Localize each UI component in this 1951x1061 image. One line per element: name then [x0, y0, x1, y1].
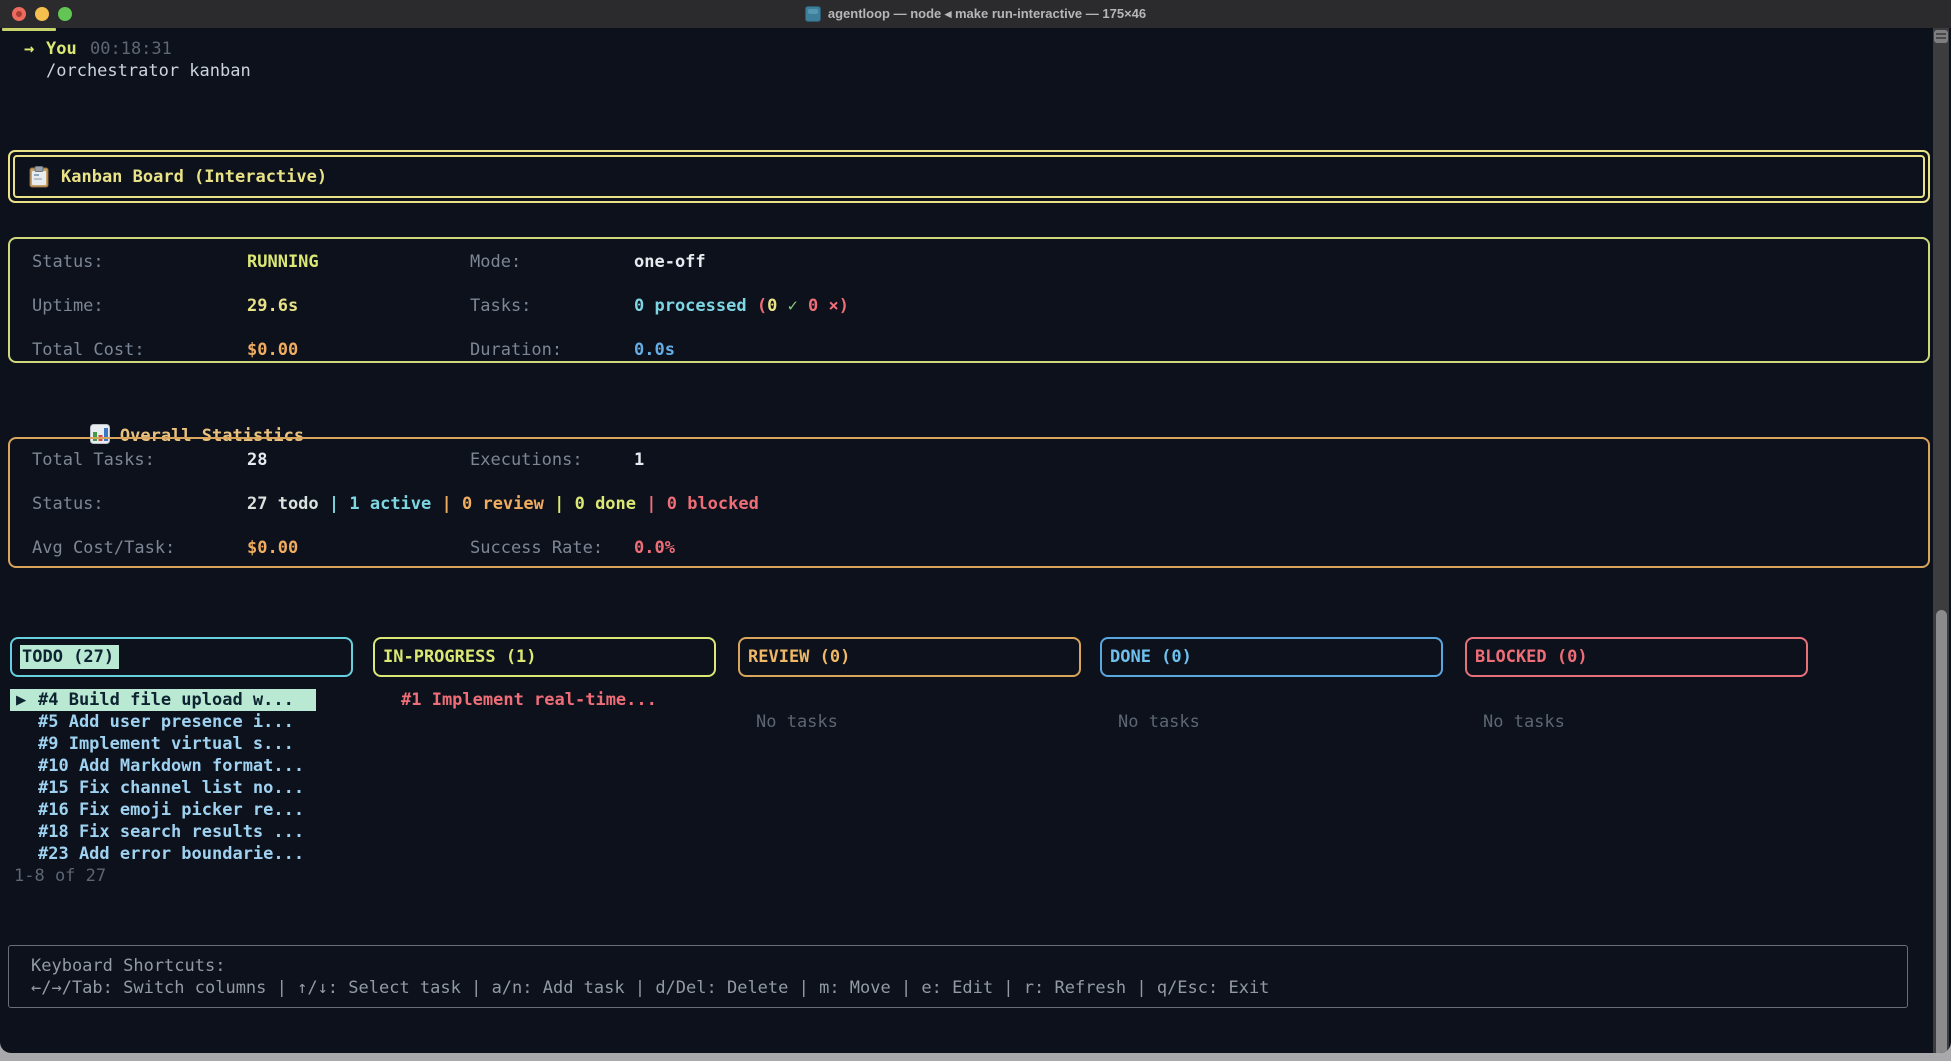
task-row[interactable]: #18 Fix search results ...	[38, 821, 304, 843]
avg-cost-label: Avg Cost/Task:	[32, 537, 175, 559]
selection-arrow-icon: ▶	[16, 689, 36, 711]
shortcuts-box: Keyboard Shortcuts: ←/→/Tab: Switch colu…	[8, 945, 1908, 1008]
board-header-title: Kanban Board (Interactive)	[61, 166, 327, 188]
cross-icon: ×)	[829, 296, 849, 316]
prompt-user: You	[46, 38, 77, 60]
close-button[interactable]	[12, 7, 26, 21]
tasks-label: Tasks:	[470, 295, 531, 317]
column-title-todo: TODO (27)	[20, 645, 119, 669]
tasks-paren-open: (	[757, 296, 767, 316]
prompt-arrow-icon: →	[24, 38, 34, 60]
column-header-in-progress[interactable]: IN-PROGRESS (1)	[373, 637, 716, 677]
column-header-done[interactable]: DONE (0)	[1100, 637, 1443, 677]
mode-label: Mode:	[470, 251, 521, 273]
duration-label: Duration:	[470, 339, 562, 361]
status-label: Status:	[32, 251, 104, 273]
minimize-button[interactable]	[35, 7, 49, 21]
tasks-value: 0 processed (0 ✓ 0 ×)	[634, 295, 849, 317]
empty-column-note: No tasks	[1118, 711, 1200, 733]
terminal-content: → You 00:18:31 /orchestrator kanban Kanb…	[0, 28, 1951, 1053]
separator: |	[636, 494, 667, 514]
empty-column-note: No tasks	[1483, 711, 1565, 733]
executions-value: 1	[634, 449, 644, 471]
executions-label: Executions:	[470, 449, 583, 471]
prompt-timestamp: 00:18:31	[90, 38, 172, 60]
task-row[interactable]: #9 Implement virtual s...	[38, 733, 294, 755]
window-controls	[12, 0, 72, 28]
task-row-selected[interactable]: ▶ #4 Build file upload w...	[10, 689, 316, 711]
prompt-command: /orchestrator kanban	[46, 60, 251, 82]
count-blocked: 0 blocked	[667, 494, 759, 514]
success-rate-label: Success Rate:	[470, 537, 603, 559]
titlebar: agentloop — node ◂ make run-interactive …	[0, 0, 1951, 28]
uptime-label: Uptime:	[32, 295, 104, 317]
scrollbar-thumb[interactable]	[1936, 610, 1947, 1053]
total-tasks-value: 28	[247, 449, 267, 471]
uptime-value: 29.6s	[247, 295, 298, 317]
mode-value: one-off	[634, 251, 706, 273]
column-header-blocked[interactable]: BLOCKED (0)	[1465, 637, 1808, 677]
task-row[interactable]: #5 Add user presence i...	[38, 711, 294, 733]
runner-status-box: Status: RUNNING Mode: one-off Uptime: 29…	[8, 237, 1930, 363]
shortcuts-list: ←/→/Tab: Switch columns | ↑/↓: Select ta…	[31, 977, 1269, 999]
column-title-blocked: BLOCKED (0)	[1475, 646, 1588, 668]
separator: |	[544, 494, 575, 514]
empty-column-note: No tasks	[756, 711, 838, 733]
success-rate-value: 0.0%	[634, 537, 675, 559]
tasks-fail-count: 0	[808, 296, 828, 316]
terminal-window: agentloop — node ◂ make run-interactive …	[0, 0, 1951, 1053]
shortcuts-heading: Keyboard Shortcuts:	[31, 955, 225, 977]
pagination: 1-8 of 27	[14, 865, 106, 887]
column-header-todo[interactable]: TODO (27)	[10, 637, 353, 677]
count-active: 1 active	[349, 494, 431, 514]
board-header-box: Kanban Board (Interactive)	[8, 150, 1930, 203]
screen: agentloop — node ◂ make run-interactive …	[0, 0, 1951, 1061]
clipboard-icon	[29, 166, 49, 188]
stats-box: Total Tasks: 28 Executions: 1 Status: 27…	[8, 437, 1930, 568]
total-tasks-label: Total Tasks:	[32, 449, 155, 471]
duration-value: 0.0s	[634, 339, 675, 361]
status-value: RUNNING	[247, 251, 319, 273]
column-header-review[interactable]: REVIEW (0)	[738, 637, 1081, 677]
tasks-ok-count: 0	[767, 296, 787, 316]
task-row[interactable]: #1 Implement real-time...	[401, 689, 657, 711]
column-title-in-progress: IN-PROGRESS (1)	[383, 646, 537, 668]
stats-status-value: 27 todo | 1 active | 0 review | 0 done |…	[247, 493, 759, 515]
cost-label: Total Cost:	[32, 339, 145, 361]
separator: |	[431, 494, 462, 514]
separator: |	[319, 494, 350, 514]
task-row[interactable]: #15 Fix channel list no...	[38, 777, 304, 799]
zoom-button[interactable]	[58, 7, 72, 21]
count-review: 0 review	[462, 494, 544, 514]
window-title: agentloop — node ◂ make run-interactive …	[828, 6, 1146, 22]
count-done: 0 done	[575, 494, 636, 514]
clipped-previous-line	[2, 28, 56, 31]
cost-value: $0.00	[247, 339, 298, 361]
column-title-done: DONE (0)	[1110, 646, 1192, 668]
task-row[interactable]: #16 Fix emoji picker re...	[38, 799, 304, 821]
task-row[interactable]: #23 Add error boundarie...	[38, 843, 304, 865]
task-row[interactable]: #10 Add Markdown format...	[38, 755, 304, 777]
stats-status-label: Status:	[32, 493, 104, 515]
scrollbar-menu-icon[interactable]	[1934, 30, 1948, 43]
column-title-review: REVIEW (0)	[748, 646, 850, 668]
terminal-app-icon	[805, 6, 821, 22]
task-label: #4 Build file upload w...	[38, 689, 294, 711]
avg-cost-value: $0.00	[247, 537, 298, 559]
check-icon: ✓	[788, 296, 808, 316]
count-todo: 27 todo	[247, 494, 319, 514]
tasks-processed: 0 processed	[634, 296, 757, 316]
